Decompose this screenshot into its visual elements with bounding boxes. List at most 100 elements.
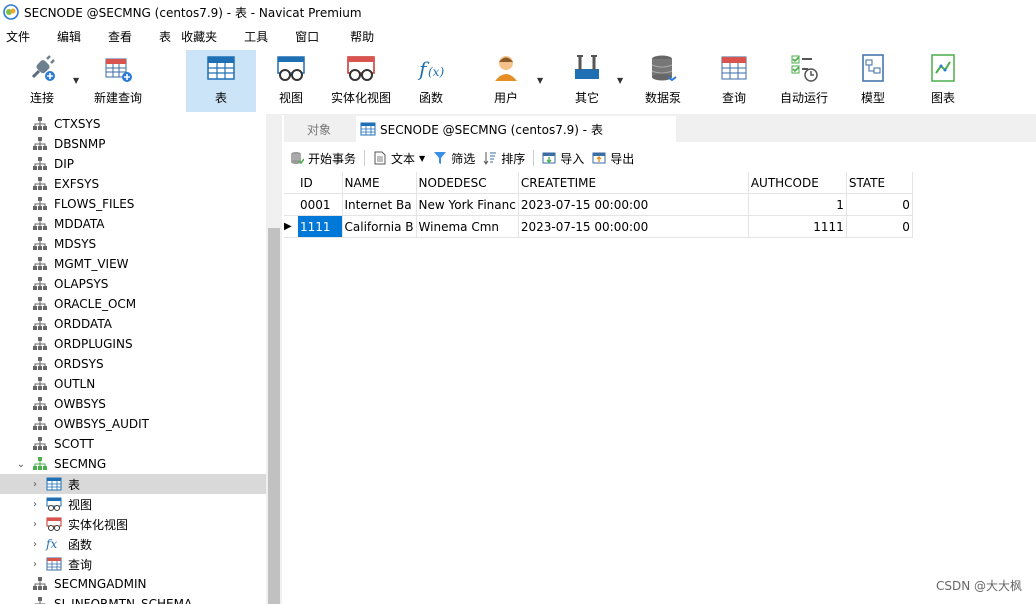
main-panel: 对象 SECNODE @SECMNG (centos7.9) - 表 开始事务 … (284, 114, 1036, 604)
tree-item-view[interactable]: › 视图 (0, 494, 266, 514)
filter-button[interactable]: 筛选 (433, 150, 475, 167)
tree-item-query[interactable]: › 查询 (0, 554, 266, 574)
grid-toolbar: 开始事务 文本 ▼ 筛选 排序 导入 导出 (284, 144, 1036, 172)
tree-item-schema[interactable]: ORDPLUGINS (0, 334, 266, 354)
tree-item-schema[interactable]: MGMT_VIEW (0, 254, 266, 274)
chevron-right-icon[interactable]: › (30, 519, 40, 530)
text-dropdown-icon[interactable]: ▼ (419, 154, 425, 163)
tree-item-schema[interactable]: FLOWS_FILES (0, 194, 266, 214)
query-icon (719, 53, 749, 83)
tree-item-schema[interactable]: ORDDATA (0, 314, 266, 334)
menu-edit[interactable]: 编辑 (57, 28, 81, 45)
auto-run-button[interactable]: 自动运行 (776, 50, 832, 112)
chart-tool-button[interactable]: 图表 (926, 50, 960, 112)
cell-id[interactable]: 1111 (298, 215, 343, 238)
scrollbar-thumb[interactable] (268, 228, 280, 604)
column-header-authcode[interactable]: AUTHCODE (748, 172, 847, 194)
other-dropdown-icon[interactable]: ▼ (617, 76, 623, 85)
schema-icon (33, 297, 47, 310)
tree-item-schema[interactable]: SCOTT (0, 434, 266, 454)
tree-item-schema[interactable]: EXFSYS (0, 174, 266, 194)
chevron-right-icon[interactable]: › (30, 559, 40, 570)
menu-table[interactable]: 表 (159, 28, 171, 45)
data-pump-button[interactable]: 数据泵 (640, 50, 686, 112)
menu-help[interactable]: 帮助 (350, 28, 374, 45)
tree-item-function[interactable]: › fx 函数 (0, 534, 266, 554)
menu-view[interactable]: 查看 (108, 28, 132, 45)
column-header-nodedesc[interactable]: NODEDESC (416, 172, 519, 194)
cell-nodedesc[interactable]: New York Financ (416, 193, 519, 216)
text-button[interactable]: 文本 ▼ (373, 150, 425, 167)
sort-icon (483, 152, 497, 165)
view-tool-button[interactable]: 视图 (264, 50, 318, 112)
tab-objects[interactable]: 对象 (284, 116, 354, 142)
cell-createtime[interactable]: 2023-07-15 00:00:00 (518, 193, 749, 216)
menu-file[interactable]: 文件 (6, 28, 30, 45)
tree-item-current-schema[interactable]: ⌄ SECMNG (0, 454, 266, 474)
cell-authcode[interactable]: 1111 (748, 215, 847, 238)
tree-item-schema[interactable]: OWBSYS_AUDIT (0, 414, 266, 434)
cell-state[interactable]: 0 (846, 193, 913, 216)
table-row[interactable]: 0001 Internet Ba New York Financ 2023-07… (284, 193, 913, 216)
tree-item-schema[interactable]: OUTLN (0, 374, 266, 394)
column-header-state[interactable]: STATE (846, 172, 913, 194)
auto-run-icon (789, 53, 819, 83)
column-header-createtime[interactable]: CREATETIME (518, 172, 749, 194)
model-tool-button[interactable]: 模型 (856, 50, 890, 112)
tree-item-schema[interactable]: ORDSYS (0, 354, 266, 374)
chevron-right-icon[interactable]: › (30, 539, 40, 550)
cell-id[interactable]: 0001 (298, 193, 343, 216)
cell-name[interactable]: Internet Ba (342, 193, 417, 216)
query-tool-button[interactable]: 查询 (712, 50, 756, 112)
tree-scrollbar[interactable] (266, 114, 282, 604)
tools-icon (572, 53, 602, 83)
menu-window[interactable]: 窗口 (295, 28, 319, 45)
sort-button[interactable]: 排序 (483, 150, 525, 167)
export-button[interactable]: 导出 (592, 150, 634, 167)
chevron-right-icon[interactable]: › (30, 479, 40, 490)
mview-tool-button[interactable]: 实体化视图 (328, 50, 394, 112)
chevron-down-icon[interactable]: ⌄ (16, 459, 26, 470)
tree-item-materialized-view[interactable]: › 实体化视图 (0, 514, 266, 534)
menu-tools[interactable]: 工具 (244, 28, 268, 45)
function-tool-button[interactable]: f (x) 函数 (406, 50, 456, 112)
tree-item-schema[interactable]: SI_INFORMTN_SCHEMA (0, 594, 266, 604)
window-title: SECNODE @SECMNG (centos7.9) - 表 - Navica… (24, 5, 362, 20)
user-dropdown-icon[interactable]: ▼ (537, 76, 543, 85)
chevron-right-icon[interactable]: › (30, 499, 40, 510)
tree-item-schema[interactable]: CTXSYS (0, 114, 266, 134)
cell-nodedesc[interactable]: Winema Cmn (416, 215, 519, 238)
tree-item-schema[interactable]: SECMNGADMIN (0, 574, 266, 594)
connect-button[interactable]: 连接 (14, 50, 70, 112)
navigation-tree[interactable]: CTXSYS DBSNMP DIP EXFSYS FLOWS_FILES MDDATA MD… (0, 114, 266, 604)
table-tool-button[interactable]: 表 (186, 50, 256, 112)
tree-item-schema[interactable]: MDDATA (0, 214, 266, 234)
connect-dropdown-icon[interactable]: ▼ (73, 76, 79, 85)
user-tool-button[interactable]: 用户 (482, 50, 530, 112)
tree-item-table[interactable]: › 表 (0, 474, 266, 494)
column-header-name[interactable]: NAME (342, 172, 417, 194)
tree-item-schema[interactable]: OLAPSYS (0, 274, 266, 294)
tree-item-label: SECMNG (54, 457, 107, 471)
export-icon (592, 152, 606, 164)
menu-favorites[interactable]: 收藏夹 (181, 28, 217, 45)
tree-item-schema[interactable]: DIP (0, 154, 266, 174)
import-button[interactable]: 导入 (542, 150, 584, 167)
column-header-id[interactable]: ID (298, 172, 343, 194)
begin-transaction-button[interactable]: 开始事务 (290, 150, 356, 167)
cell-authcode[interactable]: 1 (748, 193, 847, 216)
tree-item-schema[interactable]: MDSYS (0, 234, 266, 254)
tree-item-schema[interactable]: ORACLE_OCM (0, 294, 266, 314)
tree-item-schema[interactable]: DBSNMP (0, 134, 266, 154)
tab-table-editor[interactable]: SECNODE @SECMNG (centos7.9) - 表 (356, 116, 676, 142)
cell-state[interactable]: 0 (846, 215, 913, 238)
tree-item-schema[interactable]: OWBSYS (0, 394, 266, 414)
svg-text:(x): (x) (428, 65, 444, 79)
table-row[interactable]: ▶ 1111 California B Winema Cmn 2023-07-1… (284, 215, 913, 238)
tree-item-label: MDDATA (54, 217, 105, 231)
new-query-button[interactable]: 新建查询 (88, 50, 148, 112)
other-tool-button[interactable]: 其它 (562, 50, 612, 112)
cell-createtime[interactable]: 2023-07-15 00:00:00 (518, 215, 749, 238)
data-grid[interactable]: ID NAME NODEDESC CREATETIME AUTHCODE STA… (284, 172, 913, 238)
cell-name[interactable]: California B (342, 215, 417, 238)
